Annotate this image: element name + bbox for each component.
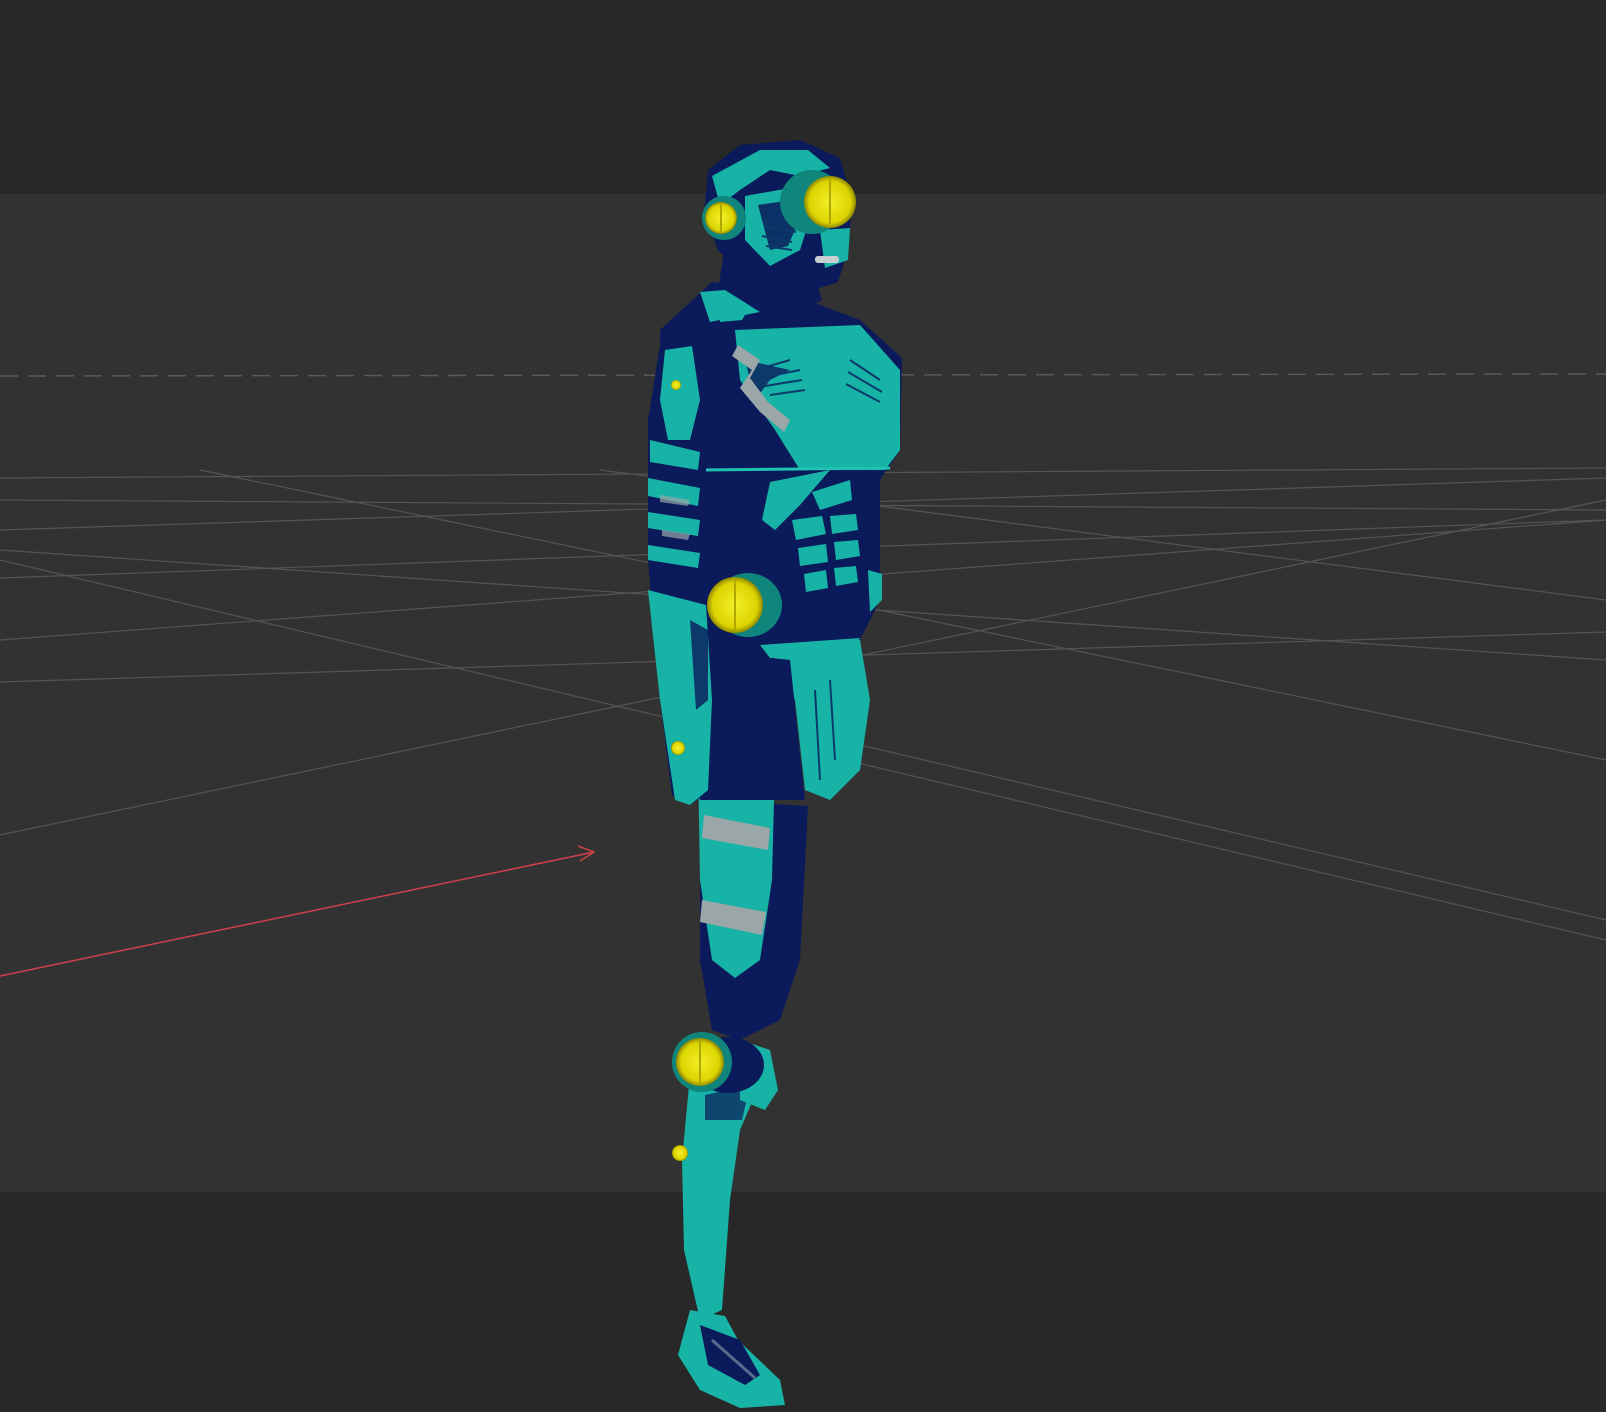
3d-viewport[interactable] [0, 0, 1606, 1412]
character-model[interactable] [0, 0, 1606, 1412]
wrist-dot-icon [671, 741, 685, 755]
shin-dot-icon [672, 1145, 688, 1161]
hip-joint [707, 573, 782, 637]
shoulder-dot-icon [671, 380, 681, 390]
mouth-slit [815, 256, 839, 263]
